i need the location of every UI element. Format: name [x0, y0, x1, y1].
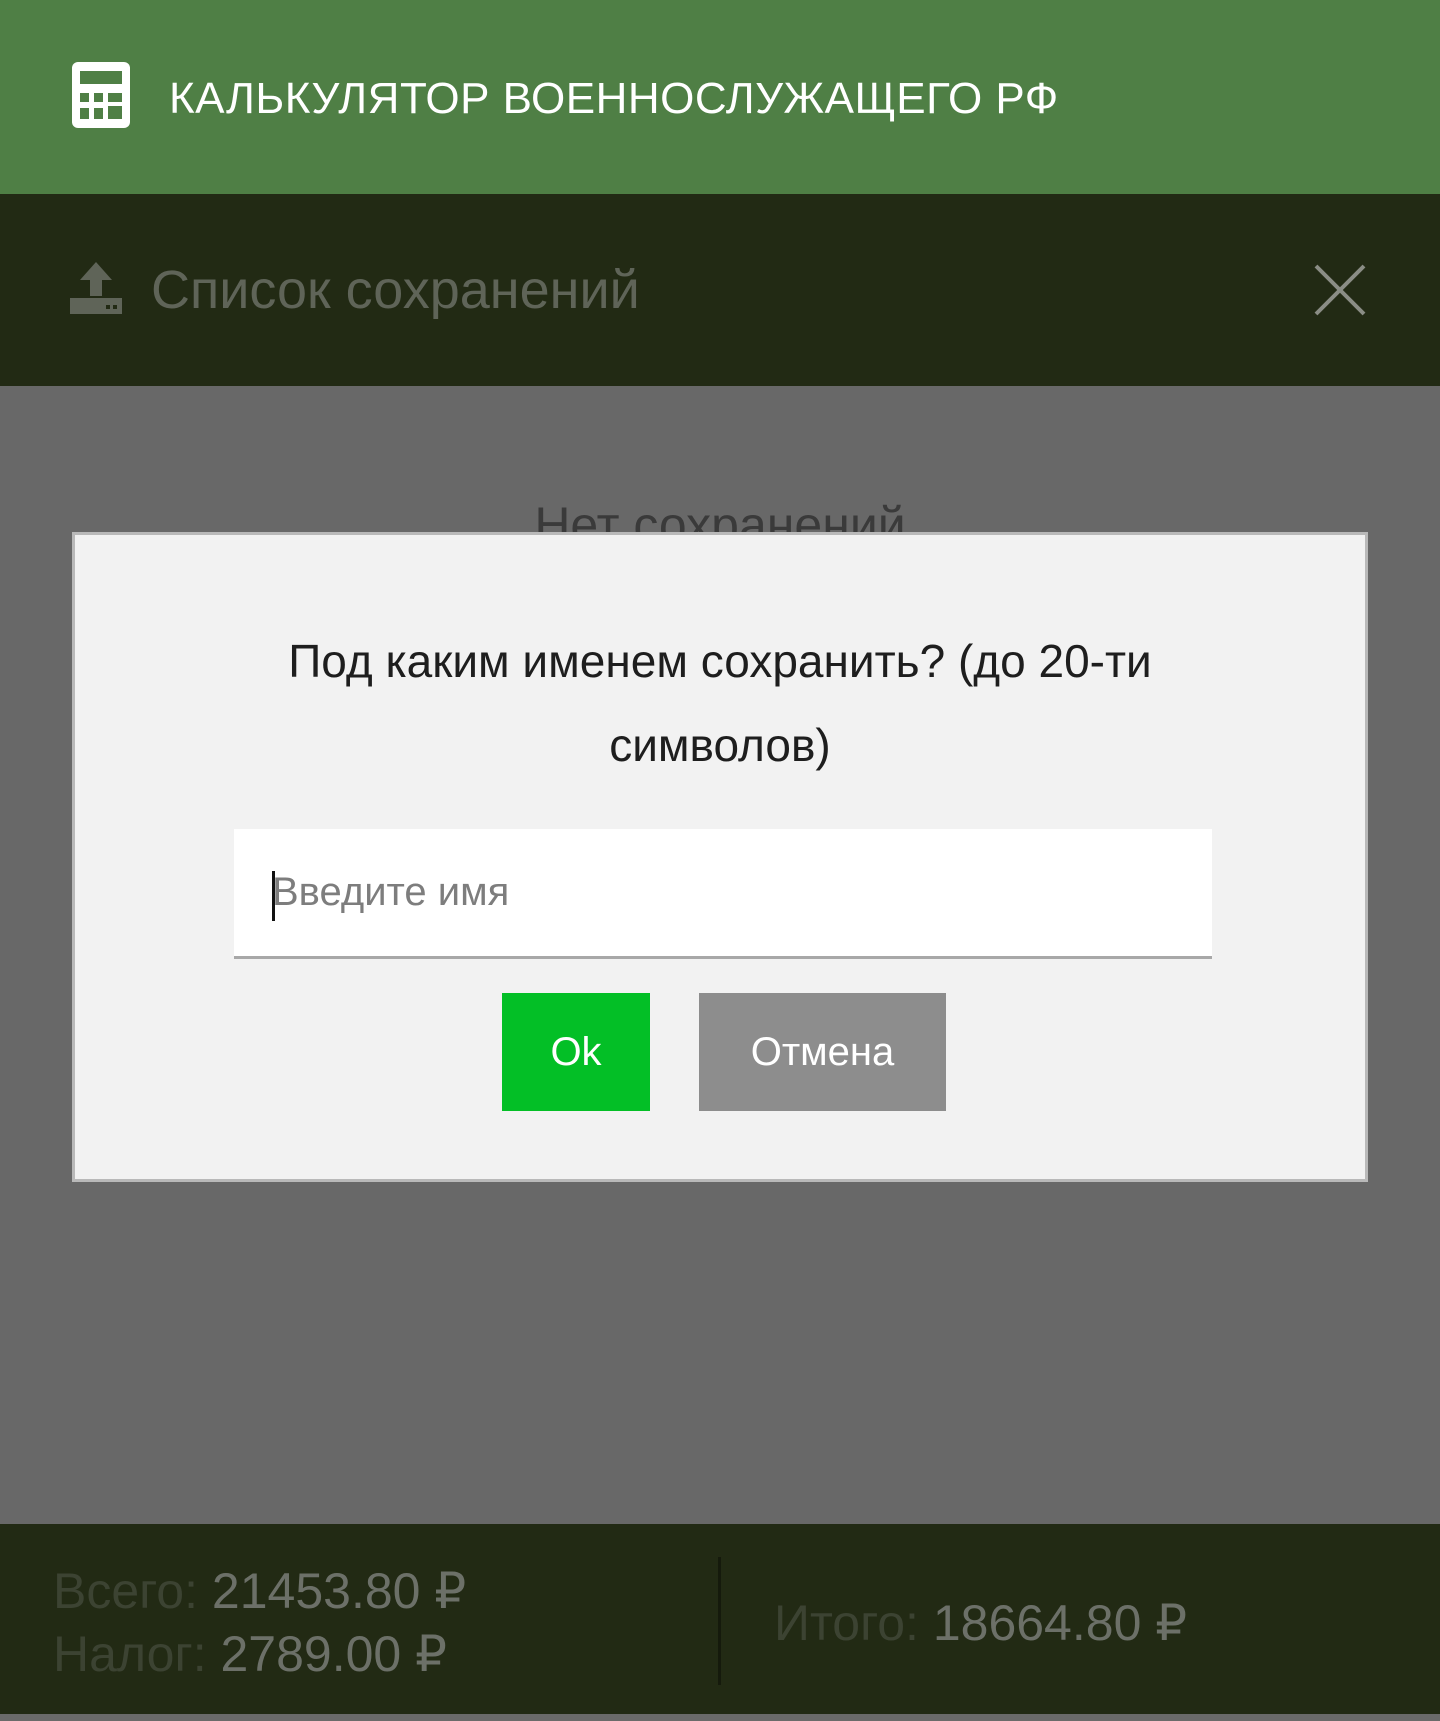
cancel-button[interactable]: Отмена	[699, 993, 946, 1111]
close-icon[interactable]	[1312, 262, 1368, 318]
name-input[interactable]	[234, 829, 1212, 959]
tax-row: Налог: 2789.00 ₽	[53, 1624, 447, 1684]
result-value: 18664.80 ₽	[932, 1595, 1188, 1651]
footer-divider	[718, 1557, 721, 1685]
total-value: 21453.80 ₽	[211, 1563, 467, 1619]
result-label: Итого:	[774, 1595, 919, 1651]
app-title: КАЛЬКУЛЯТОР ВОЕННОСЛУЖАЩЕГО РФ	[169, 74, 1059, 123]
total-label: Всего:	[53, 1563, 198, 1619]
total-row: Всего: 21453.80 ₽	[53, 1561, 466, 1621]
app-bar: КАЛЬКУЛЯТОР ВОЕННОСЛУЖАЩЕГО РФ	[0, 0, 1440, 194]
upload-icon	[70, 262, 122, 314]
tax-value: 2789.00 ₽	[220, 1626, 447, 1682]
save-name-dialog: Под каким именем сохранить? (до 20-ти си…	[72, 532, 1368, 1182]
tax-label: Налог:	[53, 1626, 207, 1682]
ok-button[interactable]: Ok	[502, 993, 650, 1111]
dialog-question: Под каким именем сохранить? (до 20-ти си…	[288, 635, 1152, 771]
text-caret	[272, 871, 275, 921]
calculator-icon	[72, 62, 130, 128]
panel-title: Список сохранений	[151, 260, 640, 320]
bottom-strip	[0, 1714, 1440, 1721]
empty-saves-text: Нет сохранений	[534, 497, 906, 534]
result-row: Итого: 18664.80 ₽	[774, 1593, 1187, 1653]
